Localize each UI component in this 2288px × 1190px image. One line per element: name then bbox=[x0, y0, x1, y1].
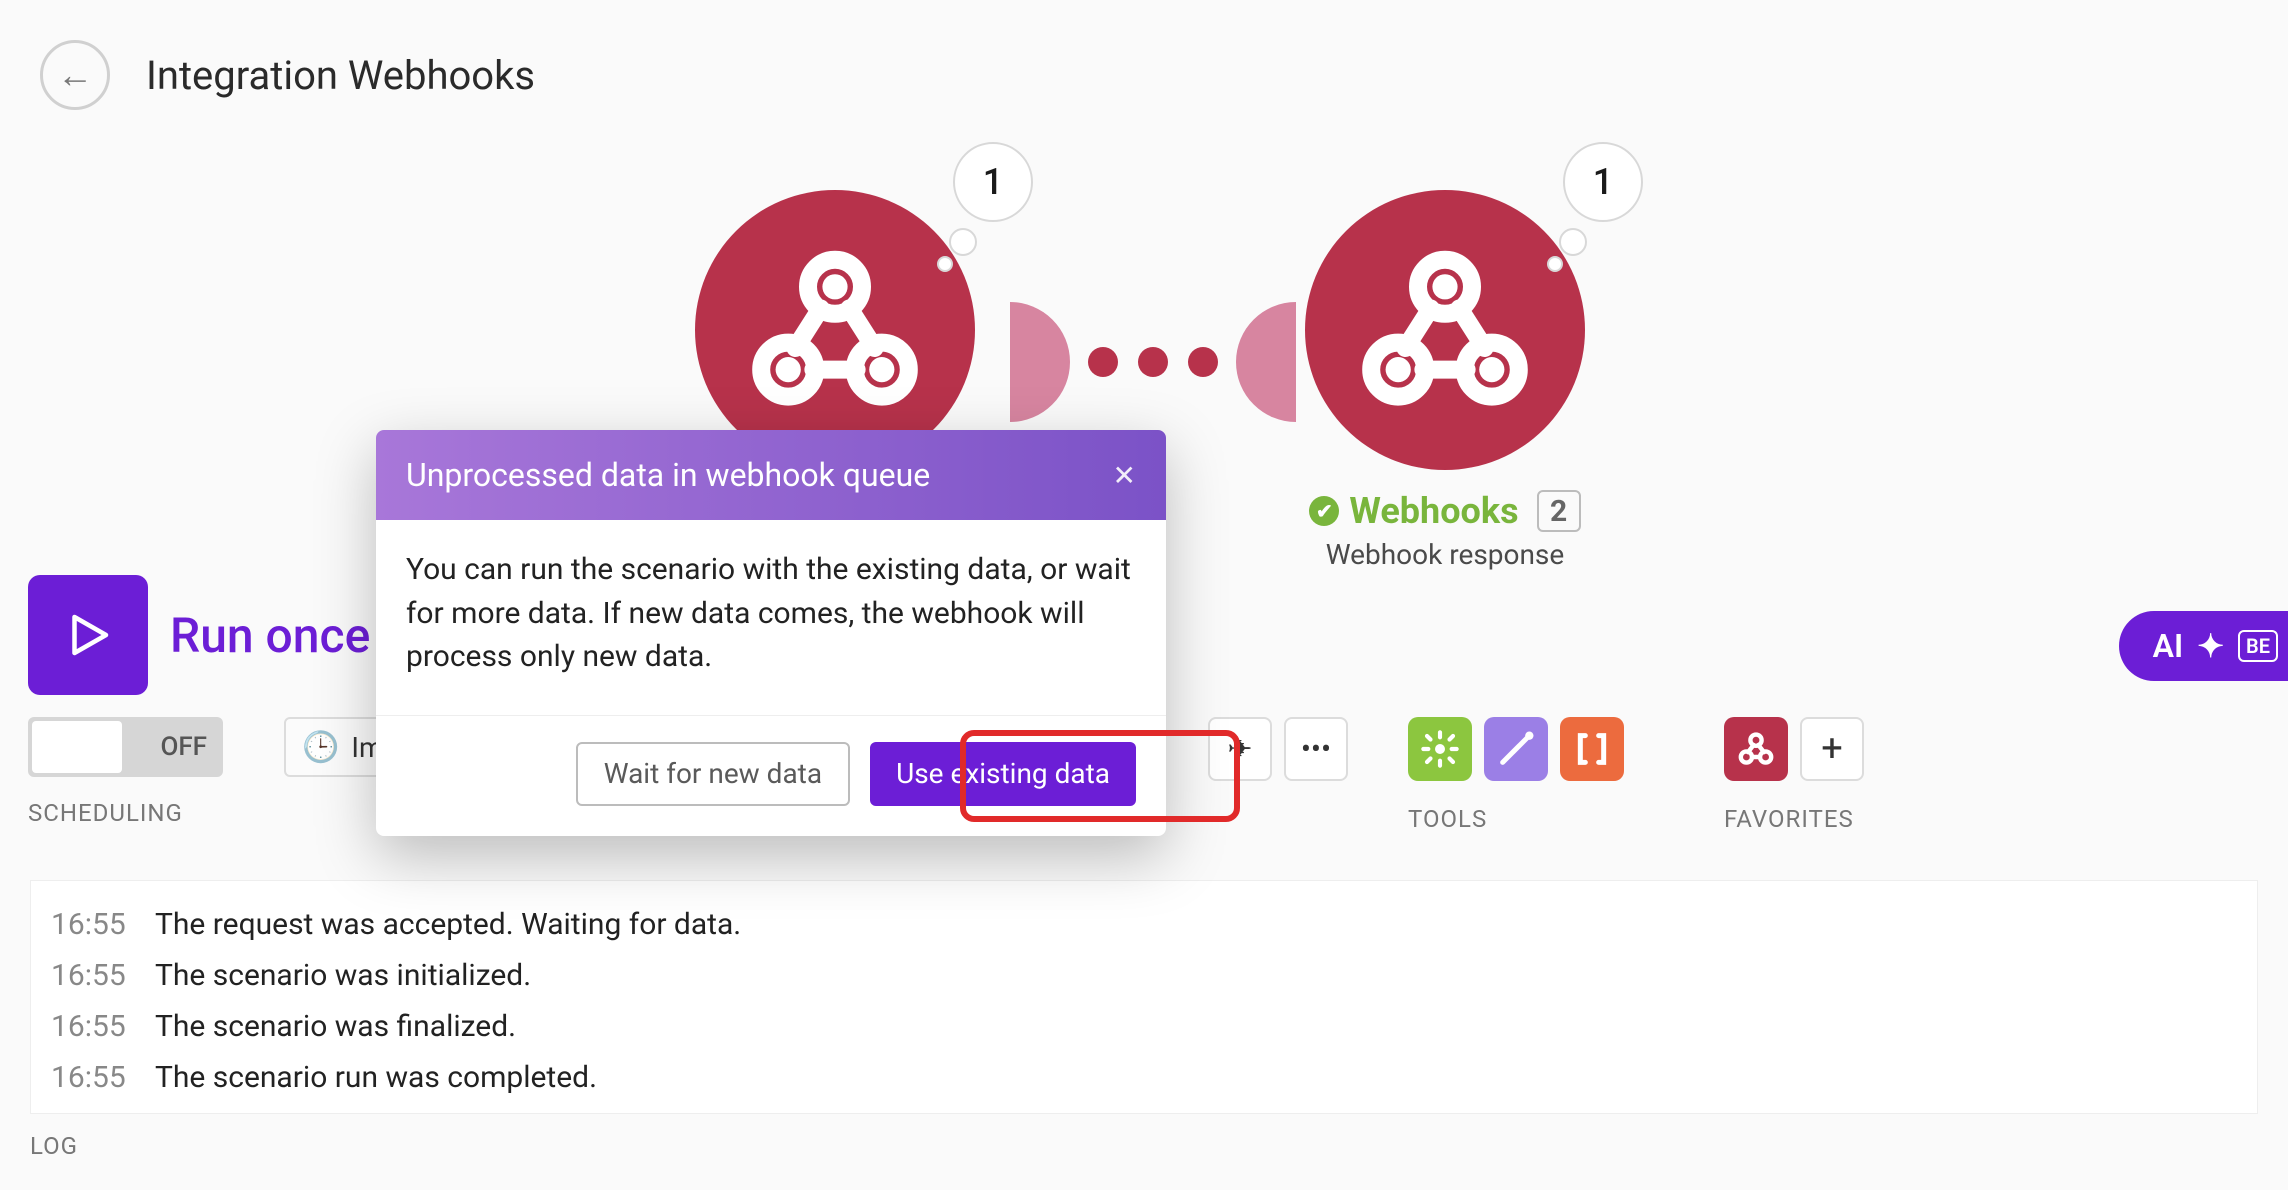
log-panel: 16:55 The request was accepted. Waiting … bbox=[30, 880, 2258, 1114]
favorites-group: + FAVORITES bbox=[1724, 717, 1864, 833]
toggle-knob bbox=[32, 721, 122, 773]
beta-badge: BE bbox=[2238, 630, 2278, 662]
tools-icon bbox=[1496, 729, 1536, 769]
toggle-state: OFF bbox=[160, 732, 207, 762]
log-time: 16:55 bbox=[51, 958, 131, 993]
connector-dots bbox=[1088, 347, 1218, 377]
tool-devtools[interactable] bbox=[1484, 717, 1548, 781]
favorites-label: FAVORITES bbox=[1724, 805, 1864, 833]
airplane-icon: ✈ bbox=[1227, 732, 1252, 767]
favorite-webhook[interactable] bbox=[1724, 717, 1788, 781]
dialog-title: Unprocessed data in webhook queue bbox=[406, 456, 930, 494]
close-icon[interactable]: ✕ bbox=[1113, 459, 1136, 492]
tool-settings[interactable] bbox=[1408, 717, 1472, 781]
webhook-icon bbox=[1736, 729, 1776, 769]
explain-flow-button[interactable]: ✈ bbox=[1208, 717, 1272, 781]
more-button[interactable]: ••• bbox=[1284, 717, 1348, 781]
module-webhook-response[interactable]: 1 bbox=[1305, 190, 1585, 470]
module-subtitle: Webhook response bbox=[1285, 538, 1605, 571]
dialog-footer: Wait for new data Use existing data bbox=[376, 716, 1166, 836]
page-header: ← Integration Webhooks bbox=[0, 0, 2288, 110]
ellipsis-icon: ••• bbox=[1301, 732, 1331, 767]
back-button[interactable]: ← bbox=[40, 40, 110, 110]
log-message: The request was accepted. Waiting for da… bbox=[155, 907, 741, 942]
tool-notes[interactable] bbox=[1560, 717, 1624, 781]
bubble-count: 1 bbox=[1593, 161, 1613, 203]
log-message: The scenario was finalized. bbox=[155, 1009, 516, 1044]
connector-in bbox=[1236, 302, 1296, 422]
wait-for-new-data-button[interactable]: Wait for new data bbox=[576, 742, 850, 806]
clock-icon: 🕒 bbox=[302, 730, 339, 765]
log-message: The scenario run was completed. bbox=[155, 1060, 597, 1095]
page-title: Integration Webhooks bbox=[146, 52, 535, 99]
module-webhook-trigger[interactable]: 1 bbox=[695, 190, 975, 470]
run-once-label: Run once bbox=[170, 607, 370, 664]
log-message: The scenario was initialized. bbox=[155, 958, 531, 993]
play-icon bbox=[61, 608, 115, 662]
module-name: Webhooks bbox=[1349, 490, 1518, 532]
use-existing-data-button[interactable]: Use existing data bbox=[870, 742, 1136, 806]
log-row: 16:55 The request was accepted. Waiting … bbox=[51, 899, 2237, 950]
bubble-tail bbox=[1559, 228, 1587, 256]
scheduling-label: SCHEDULING bbox=[28, 799, 223, 827]
bubble-tail bbox=[949, 228, 977, 256]
log-label: LOG bbox=[30, 1132, 78, 1160]
module-circle: 1 bbox=[695, 190, 975, 470]
bubble-tail bbox=[937, 256, 953, 272]
module-label: ✔ Webhooks 2 Webhook response bbox=[1285, 490, 1605, 571]
gear-icon bbox=[1420, 729, 1460, 769]
dialog-header: Unprocessed data in webhook queue ✕ bbox=[376, 430, 1166, 520]
log-time: 16:55 bbox=[51, 1060, 131, 1095]
ai-label: AI bbox=[2153, 627, 2184, 665]
arrow-left-icon: ← bbox=[57, 54, 93, 96]
log-row: 16:55 The scenario was finalized. bbox=[51, 1001, 2237, 1052]
tools-group: TOOLS bbox=[1408, 717, 1624, 833]
log-row: 16:55 The scenario run was completed. bbox=[51, 1052, 2237, 1103]
module-circle: 1 bbox=[1305, 190, 1585, 470]
dialog-body: You can run the scenario with the existi… bbox=[376, 520, 1166, 716]
check-icon: ✔ bbox=[1309, 496, 1339, 526]
ai-assistant-button[interactable]: AI ✦ BE bbox=[2119, 611, 2288, 681]
scheduling-section: OFF SCHEDULING bbox=[28, 717, 223, 827]
brackets-icon bbox=[1572, 729, 1612, 769]
connector-out bbox=[1010, 302, 1070, 422]
webhook-icon bbox=[1355, 240, 1535, 420]
log-row: 16:55 The scenario was initialized. bbox=[51, 950, 2237, 1001]
unprocessed-data-dialog: Unprocessed data in webhook queue ✕ You … bbox=[376, 430, 1166, 836]
log-time: 16:55 bbox=[51, 1009, 131, 1044]
scheduling-toggle[interactable]: OFF bbox=[28, 717, 223, 777]
right-tools: ✈ ••• TOOLS bbox=[1208, 717, 1864, 833]
log-time: 16:55 bbox=[51, 907, 131, 942]
add-favorite-button[interactable]: + bbox=[1800, 717, 1864, 781]
plus-icon: + bbox=[1821, 727, 1843, 771]
webhook-icon bbox=[745, 240, 925, 420]
connector[interactable] bbox=[1010, 302, 1296, 422]
tools-label: TOOLS bbox=[1408, 805, 1624, 833]
module-run-count-bubble[interactable]: 1 bbox=[953, 142, 1033, 222]
module-order: 2 bbox=[1537, 490, 1581, 532]
bubble-count: 1 bbox=[983, 161, 1003, 203]
run-once-button[interactable] bbox=[28, 575, 148, 695]
sparkle-icon: ✦ bbox=[2197, 627, 2224, 665]
bubble-tail bbox=[1547, 256, 1563, 272]
module-run-count-bubble[interactable]: 1 bbox=[1563, 142, 1643, 222]
